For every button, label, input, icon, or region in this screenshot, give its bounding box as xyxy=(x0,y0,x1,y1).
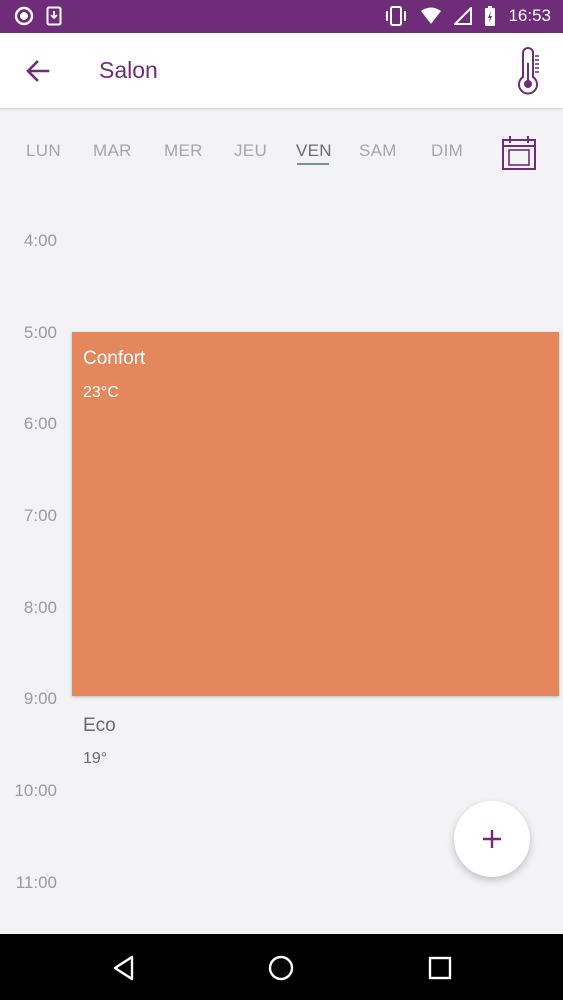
hour-label: 6:00 xyxy=(23,414,57,433)
back-button[interactable] xyxy=(22,55,54,87)
eco-slot-temperature: 19° xyxy=(83,750,108,767)
page-title: Salon xyxy=(99,57,158,83)
calendar-icon xyxy=(501,136,537,175)
arrow-back-icon xyxy=(22,60,54,91)
hour-label: 9:00 xyxy=(23,689,57,708)
selected-day-indicator xyxy=(297,163,329,165)
hour-label: 10:00 xyxy=(14,781,57,800)
nav-home-button[interactable] xyxy=(267,954,295,982)
tab-dim[interactable]: DIM xyxy=(431,141,463,161)
system-nav-bar xyxy=(0,934,563,1000)
tab-mar[interactable]: MAR xyxy=(93,141,132,161)
wifi-icon xyxy=(420,7,442,25)
hour-label: 5:00 xyxy=(23,323,57,342)
thermometer-button[interactable] xyxy=(515,47,543,95)
tab-ven[interactable]: VEN xyxy=(296,141,332,161)
tab-sam[interactable]: SAM xyxy=(359,141,397,161)
thermometer-icon xyxy=(515,47,543,99)
back-triangle-icon xyxy=(110,955,138,986)
calendar-button[interactable] xyxy=(501,135,537,171)
day-tabs: LUN MAR MER JEU VEN SAM DIM xyxy=(0,110,563,192)
eco-slot-name: Eco xyxy=(83,715,116,736)
vibrate-icon xyxy=(384,6,408,26)
tab-jeu[interactable]: JEU xyxy=(234,141,267,161)
app-bar: Salon xyxy=(0,33,563,109)
nav-back-button[interactable] xyxy=(110,954,138,982)
home-circle-icon xyxy=(267,955,295,986)
slot-name: Confort xyxy=(83,348,146,369)
hour-label: 8:00 xyxy=(23,598,57,617)
recents-square-icon xyxy=(426,956,454,986)
schedule-slot-confort[interactable]: Confort 23°C xyxy=(72,332,559,696)
tab-mer[interactable]: MER xyxy=(164,141,203,161)
download-icon xyxy=(46,6,62,26)
hour-label: 11:00 xyxy=(15,873,57,892)
record-icon xyxy=(14,6,34,26)
tab-lun[interactable]: LUN xyxy=(26,141,61,161)
slot-temperature: 23°C xyxy=(83,384,119,401)
add-slot-button[interactable] xyxy=(454,801,530,877)
no-signal-icon xyxy=(454,7,473,25)
hour-label: 7:00 xyxy=(23,506,57,525)
battery-charging-icon xyxy=(484,5,496,27)
status-bar: 16:53 xyxy=(0,0,563,33)
nav-recents-button[interactable] xyxy=(426,954,454,982)
status-time: 16:53 xyxy=(508,6,551,25)
hour-label: 4:00 xyxy=(23,231,57,250)
